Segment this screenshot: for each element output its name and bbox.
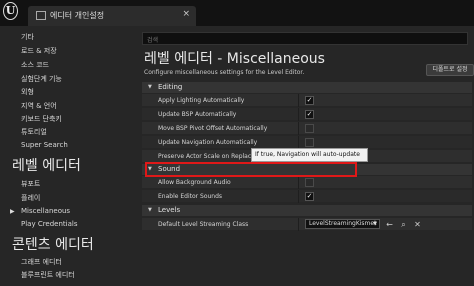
level-streaming-class-dropdown[interactable]: LevelStreamingKismet ▼: [305, 219, 380, 229]
sidebar-item-play-credentials[interactable]: Play Credentials: [21, 220, 78, 228]
sidebar-header-content-editor: 콘텐츠 에디터: [12, 237, 94, 253]
enable-editor-sounds-checkbox[interactable]: ✓: [305, 192, 314, 201]
sidebar-item-super-search[interactable]: Super Search: [21, 141, 68, 149]
setting-label: Allow Background Audio: [158, 179, 231, 186]
setting-row: Update BSP Automatically ✓: [142, 108, 472, 121]
sidebar-item-tutorials[interactable]: 튜토리얼: [21, 127, 47, 137]
highlight-box: [145, 162, 357, 177]
setting-label: Preserve Actor Scale on Replace: [158, 153, 255, 160]
sidebar-item-source-code[interactable]: 소스 코드: [21, 60, 49, 70]
column-divider[interactable]: [298, 190, 299, 203]
move-bsp-pivot-checkbox[interactable]: [305, 124, 314, 133]
collapse-arrow-icon: ▼: [148, 84, 152, 90]
tab-label: 에디터 개인설정: [50, 11, 105, 20]
setting-row: Enable Editor Sounds ✓: [142, 190, 472, 203]
sidebar-item-experimental[interactable]: 실험단계 기능: [21, 74, 62, 84]
chevron-down-icon: ▼: [373, 221, 377, 227]
setting-label: Update Navigation Automatically: [158, 139, 258, 146]
sidebar-item-load-save[interactable]: 로드 & 저장: [21, 46, 57, 56]
allow-background-audio-checkbox[interactable]: [305, 178, 314, 187]
column-divider[interactable]: [298, 108, 299, 121]
column-divider[interactable]: [298, 94, 299, 107]
sidebar-item-region-language[interactable]: 지역 & 언어: [21, 101, 57, 111]
sidebar-item-blueprint-editor[interactable]: 블루프린트 에디터: [21, 270, 75, 280]
category-levels[interactable]: ▼ Levels: [142, 205, 472, 216]
setting-label: Update BSP Automatically: [158, 111, 237, 118]
search-input[interactable]: 검색: [142, 32, 468, 45]
selected-arrow-icon: ▶: [10, 208, 15, 215]
update-bsp-checkbox[interactable]: ✓: [305, 110, 314, 119]
search-placeholder: 검색: [147, 37, 159, 44]
setting-label: Default Level Streaming Class: [158, 221, 249, 228]
category-label: Levels: [158, 206, 181, 214]
sidebar-item-appearance[interactable]: 외형: [21, 87, 34, 97]
collapse-arrow-icon: ▼: [148, 207, 152, 213]
column-divider[interactable]: [298, 218, 299, 231]
sidebar-item-graph-editor[interactable]: 그래프 에디터: [21, 257, 62, 267]
title-bar: U 에디터 개인설정 ×: [0, 0, 474, 26]
tooltip: If true, Navigation will auto-update: [251, 148, 368, 162]
setting-label: Apply Lighting Automatically: [158, 97, 245, 104]
settings-tab-icon: [36, 11, 46, 20]
tab-editor-preferences[interactable]: 에디터 개인설정 ×: [28, 6, 196, 26]
setting-row: Apply Lighting Automatically ✓: [142, 94, 472, 107]
sidebar-item-keyboard-shortcuts[interactable]: 키보드 단축키: [21, 114, 62, 124]
close-icon[interactable]: ×: [182, 9, 190, 19]
setting-label: Move BSP Pivot Offset Automatically: [158, 125, 268, 132]
category-label: Editing: [158, 83, 183, 91]
column-divider[interactable]: [298, 122, 299, 135]
category-editing[interactable]: ▼ Editing: [142, 82, 472, 93]
setting-label: Enable Editor Sounds: [158, 193, 223, 200]
unreal-logo-icon: U: [3, 2, 18, 20]
sidebar: 기타 로드 & 저장 소스 코드 실험단계 기능 외형 지역 & 언어 키보드 …: [0, 26, 132, 286]
sidebar-item-play[interactable]: 플레이: [21, 193, 40, 203]
setting-row: Move BSP Pivot Offset Automatically: [142, 122, 472, 135]
sidebar-item-viewports[interactable]: 뷰포트: [21, 179, 40, 189]
set-as-default-button[interactable]: 디폴트로 설정: [426, 64, 474, 76]
update-navigation-checkbox[interactable]: [305, 138, 314, 147]
search-icon[interactable]: ⌕: [399, 220, 408, 229]
page-description: Configure miscellaneous settings for the…: [144, 69, 305, 76]
main-panel: 기타 로드 & 저장 소스 코드 실험단계 기능 외형 지역 & 언어 키보드 …: [0, 26, 474, 286]
sidebar-header-level-editor: 레벨 에디터: [12, 158, 81, 174]
setting-row: Default Level Streaming Class LevelStrea…: [142, 218, 472, 231]
sidebar-item-miscellaneous[interactable]: Miscellaneous: [21, 207, 70, 215]
setting-row: Allow Background Audio: [142, 176, 472, 189]
sidebar-item-misc[interactable]: 기타: [21, 32, 34, 42]
dropdown-value: LevelStreamingKismet: [309, 220, 377, 227]
arrow-right-icon[interactable]: ←: [385, 220, 394, 229]
page-title: 레벨 에디터 - Miscellaneous: [144, 51, 325, 67]
clear-icon[interactable]: ✕: [413, 220, 422, 229]
settings-content: 검색 레벨 에디터 - Miscellaneous Configure misc…: [136, 26, 474, 286]
apply-lighting-checkbox[interactable]: ✓: [305, 96, 314, 105]
column-divider[interactable]: [298, 176, 299, 189]
